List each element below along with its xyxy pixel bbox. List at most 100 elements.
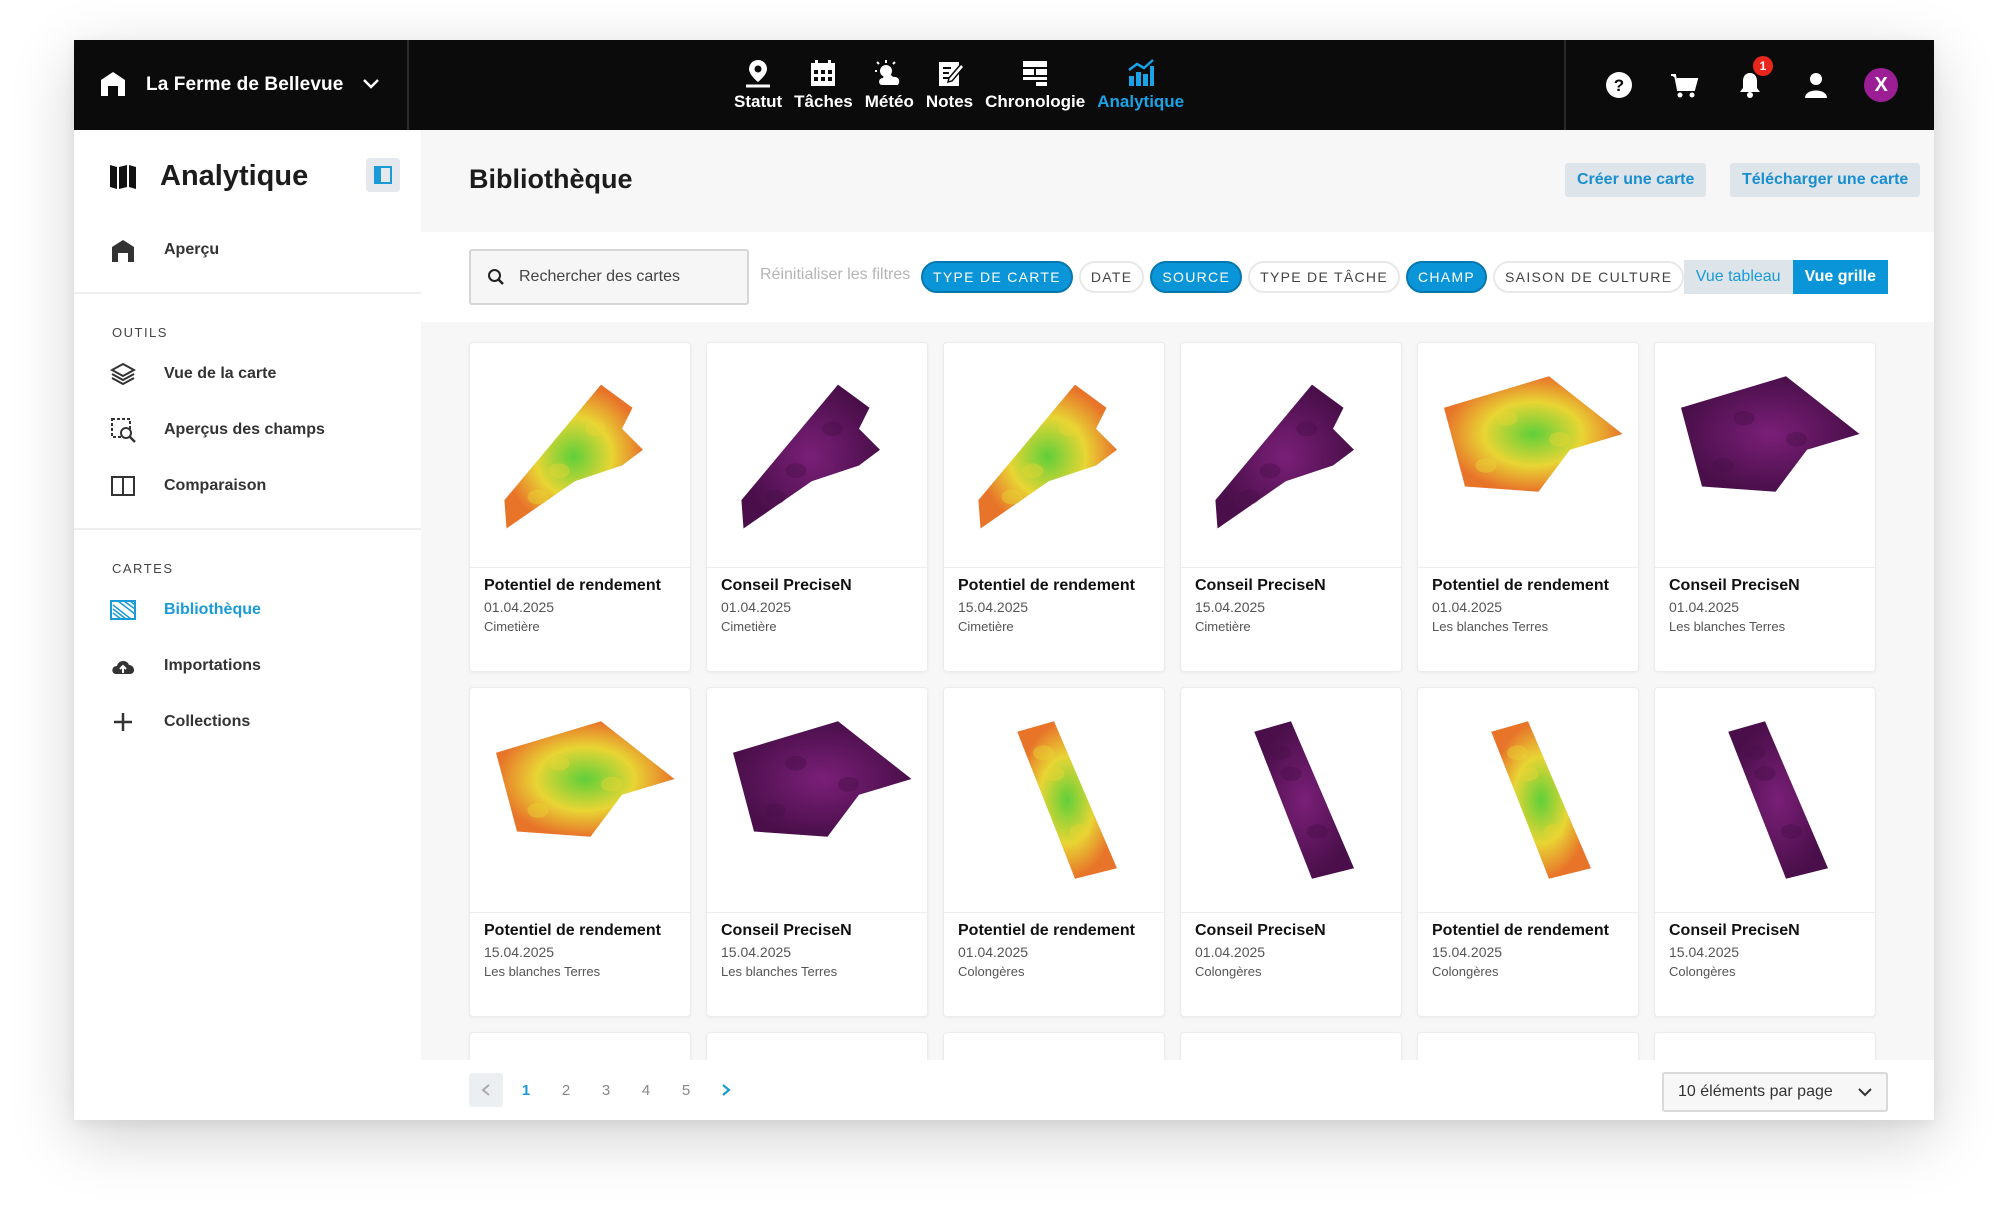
nav-statut[interactable]: Statut	[728, 40, 788, 130]
chip-field[interactable]: CHAMP	[1405, 261, 1488, 293]
farm-name: La Ferme de Bellevue	[146, 74, 344, 95]
map-card[interactable]: Conseil PreciseN 01.04.2025 Colongères	[1180, 687, 1402, 1017]
map-card[interactable]: Potentiel de rendement 15.04.2025 Les blan…	[469, 687, 691, 1017]
nav-analytique[interactable]: Analytique	[1091, 40, 1190, 130]
nav-taches[interactable]: Tâches	[788, 40, 859, 130]
field-boundary	[733, 721, 912, 837]
map-card[interactable]: Conseil PreciseN 01.04.2025 Les blanches T…	[1654, 342, 1876, 672]
page-1[interactable]: 1	[509, 1073, 543, 1107]
nav-label: Météo	[864, 92, 914, 111]
create-map-button[interactable]: Créer une carte	[1565, 163, 1707, 197]
page-5[interactable]: 5	[669, 1073, 703, 1107]
sidebar-item-field-previews[interactable]: Aperçus des champs	[74, 402, 421, 458]
sidebar: Analytique Aperçu OUTILS Vue de la carte…	[74, 130, 421, 1120]
card-title: Conseil PreciseN	[721, 922, 852, 939]
map-card-partial[interactable]	[1654, 1032, 1876, 1060]
sidebar-header: Analytique	[74, 130, 421, 222]
chip-crop-season[interactable]: SAISON DE CULTURE	[1493, 261, 1685, 293]
map-texture	[1059, 421, 1081, 437]
account-avatar[interactable]: X	[1864, 68, 1899, 102]
chip-task-type[interactable]: TYPE DE TÂCHE	[1248, 261, 1400, 293]
sidebar-item-label: Bibliothèque	[164, 601, 261, 618]
map-card-partial[interactable]	[1180, 1032, 1402, 1060]
nav-label: Chronologie	[985, 92, 1086, 111]
sidebar-item-comparison[interactable]: Comparaison	[74, 458, 421, 514]
map-card[interactable]: Potentiel de rendement 15.04.2025 Colongèr…	[1417, 687, 1639, 1017]
card-date: 15.04.2025	[721, 944, 792, 960]
filter-chips: TYPE DE CARTE DATE SOURCE TYPE DE TÂCHE …	[921, 261, 1685, 293]
map-card[interactable]: Conseil PreciseN 15.04.2025 Cimetière	[1180, 342, 1402, 672]
sidebar-item-library[interactable]: Bibliothèque	[74, 582, 421, 638]
search-box[interactable]	[469, 249, 749, 305]
notes-icon	[938, 62, 965, 86]
reset-filters-link[interactable]: Réinitialiser les filtres	[760, 266, 910, 284]
cart-button[interactable]	[1667, 68, 1701, 102]
grid-view-button[interactable]: Vue grille	[1792, 260, 1888, 294]
map-card[interactable]: Conseil PreciseN 15.04.2025 Colongères	[1654, 687, 1876, 1017]
map-card-partial[interactable]	[1417, 1032, 1639, 1060]
page-3[interactable]: 3	[589, 1073, 623, 1107]
chip-map-type[interactable]: TYPE DE CARTE	[921, 261, 1073, 293]
card-field: Colongères	[958, 964, 1025, 979]
card-title: Potentiel de rendement	[484, 922, 661, 939]
chip-date[interactable]: DATE	[1078, 261, 1145, 293]
card-field: Les blanches Terres	[1669, 619, 1786, 634]
map-thumbnail	[944, 343, 1164, 568]
map-texture	[1754, 766, 1776, 782]
map-card-partial[interactable]	[943, 1032, 1165, 1060]
view-toggle: Vue tableau Vue grille	[1683, 260, 1888, 294]
nav-meteo[interactable]: Météo	[859, 40, 920, 130]
sidebar-collapse-button[interactable]	[366, 158, 400, 192]
section-heading-maps: CARTES	[112, 561, 174, 576]
items-per-page-select[interactable]: 10 éléments par page	[1662, 1072, 1888, 1112]
notifications-button[interactable]: 1	[1733, 56, 1773, 102]
next-page-button[interactable]	[709, 1073, 743, 1107]
card-date: 01.04.2025	[484, 599, 555, 615]
help-button[interactable]: ?	[1602, 68, 1636, 102]
previous-page-button[interactable]	[469, 1073, 503, 1107]
upload-map-button[interactable]: Télécharger une carte	[1730, 163, 1921, 197]
card-date: 15.04.2025	[958, 599, 1029, 615]
nav-notes[interactable]: Notes	[920, 40, 979, 130]
field-boundary	[1491, 721, 1591, 879]
search-input[interactable]	[519, 268, 719, 286]
field-boundary	[1444, 376, 1623, 492]
page-2[interactable]: 2	[549, 1073, 583, 1107]
map-card[interactable]: Conseil PreciseN 01.04.2025 Cimetière	[706, 342, 928, 672]
map-texture	[1238, 489, 1260, 505]
farm-selector[interactable]: La Ferme de Bellevue	[74, 40, 409, 130]
map-card[interactable]: Conseil PreciseN 15.04.2025 Les blanches T…	[706, 687, 928, 1017]
sidebar-item-imports[interactable]: Importations	[74, 638, 421, 694]
field-boundary	[1215, 384, 1354, 529]
chip-source[interactable]: SOURCE	[1150, 261, 1243, 293]
map-texture	[1033, 745, 1054, 761]
map-texture	[1296, 421, 1318, 437]
sidebar-item-collections[interactable]: Collections	[74, 694, 421, 750]
map-texture	[1543, 824, 1565, 839]
map-pin-icon	[746, 60, 771, 88]
sidebar-item-label: Aperçus des champs	[164, 421, 325, 438]
profile-button[interactable]	[1799, 68, 1833, 102]
table-view-button[interactable]: Vue tableau	[1683, 260, 1793, 294]
map-texture	[601, 776, 622, 792]
map-texture	[585, 421, 607, 437]
sidebar-item-label: Collections	[164, 713, 251, 730]
map-card-partial[interactable]	[469, 1032, 691, 1060]
sidebar-divider	[74, 528, 421, 530]
card-date: 01.04.2025	[958, 944, 1029, 960]
map-card[interactable]: Potentiel de rendement 01.04.2025 Les blan…	[1417, 342, 1639, 672]
card-field: Les blanches Terres	[721, 964, 838, 979]
sidebar-title: Analytique	[160, 159, 309, 192]
map-thumbnail	[470, 343, 690, 568]
map-texture	[1744, 745, 1765, 761]
sidebar-item-apercu[interactable]: Aperçu	[74, 222, 421, 278]
nav-chronologie[interactable]: Chronologie	[979, 40, 1091, 130]
map-card[interactable]: Potentiel de rendement 15.04.2025 Cimetièr…	[943, 342, 1165, 672]
map-card[interactable]: Potentiel de rendement 01.04.2025 Cimetièr…	[469, 342, 691, 672]
map-card-partial[interactable]	[706, 1032, 928, 1060]
map-texture	[1022, 463, 1044, 479]
chevron-down-icon	[361, 73, 381, 98]
page-4[interactable]: 4	[629, 1073, 663, 1107]
map-card[interactable]: Potentiel de rendement 01.04.2025 Colongèr…	[943, 687, 1165, 1017]
sidebar-item-map-view[interactable]: Vue de la carte	[74, 346, 421, 402]
